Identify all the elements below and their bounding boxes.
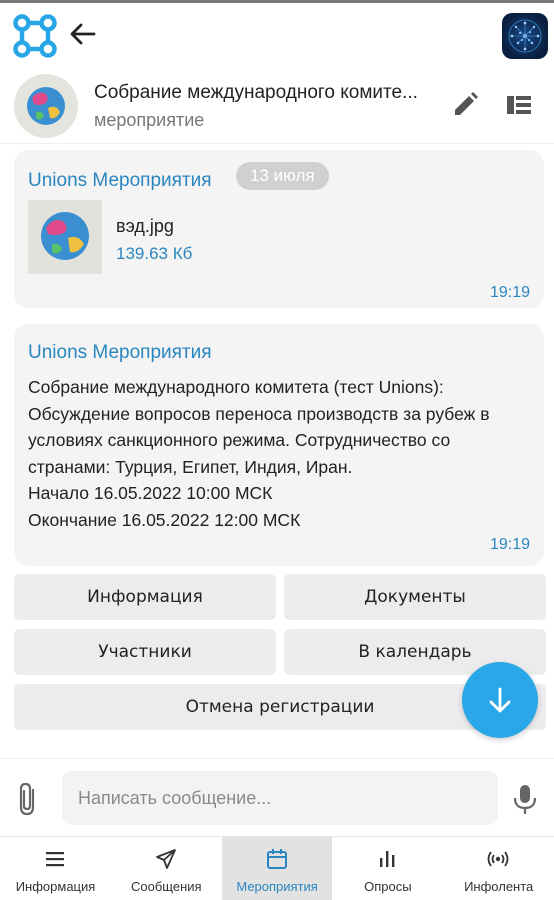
nav-item-events[interactable]: Мероприятия <box>221 837 333 900</box>
attach-paperclip-icon[interactable] <box>14 781 42 817</box>
message-input[interactable] <box>62 771 498 825</box>
message-composer <box>0 758 554 836</box>
message-line: условиях санкционного режима. Сотрудниче… <box>28 430 451 450</box>
message-sender: Unions Мероприятия <box>28 342 212 363</box>
bottom-navigation: Информация Сообщения Мероприятия Опросы … <box>0 836 554 900</box>
nav-item-polls[interactable]: Опросы <box>332 837 443 900</box>
menu-icon <box>46 852 64 867</box>
message-line: Обсуждение вопросов переноса производств… <box>28 403 490 424</box>
send-icon <box>155 849 176 869</box>
view-list-icon[interactable] <box>504 90 534 120</box>
file-thumbnail[interactable] <box>28 200 102 274</box>
message-bubble-file[interactable]: Unions Мероприятия 13 июля вэд.jpg 139.6… <box>14 150 544 308</box>
broadcast-icon <box>487 851 509 867</box>
chat-subtitle: мероприятие <box>94 110 205 130</box>
date-badge: 13 июля <box>236 162 329 190</box>
chat-messages-area[interactable]: Unions Мероприятия 13 июля вэд.jpg 139.6… <box>0 144 554 758</box>
nav-label: Мероприятия <box>236 879 318 894</box>
message-time: 19:19 <box>489 536 530 553</box>
message-text: Собрание международного комитета (тест U… <box>28 374 538 533</box>
message-line: Окончание 16.05.2022 12:00 МСК <box>28 509 301 530</box>
documents-button[interactable]: Документы <box>284 574 546 620</box>
message-line: Начало 16.05.2022 10:00 МСК <box>28 483 273 503</box>
scroll-down-button[interactable] <box>462 662 538 738</box>
bar-chart-icon <box>380 851 395 867</box>
message-line: странами: Турция, Египет, Индия, Иран. <box>28 456 353 477</box>
file-name[interactable]: вэд.jpg <box>116 216 174 237</box>
network-globe-avatar[interactable] <box>502 13 548 59</box>
message-time: 19:19 <box>489 284 530 301</box>
microphone-icon[interactable] <box>510 783 540 815</box>
chat-header[interactable]: Собрание международного комите... меропр… <box>0 68 554 144</box>
info-button[interactable]: Информация <box>14 574 276 620</box>
chat-avatar[interactable] <box>14 74 78 138</box>
nav-item-newsfeed[interactable]: Инфолента <box>443 837 554 900</box>
message-sender: Unions Мероприятия <box>28 170 212 191</box>
calendar-icon <box>266 849 287 869</box>
arrow-down-icon <box>489 687 511 713</box>
back-arrow-icon[interactable] <box>66 17 100 51</box>
nav-label: Инфолента <box>464 879 534 894</box>
edit-pencil-icon[interactable] <box>450 90 480 120</box>
file-size: 139.63 Кб <box>116 244 193 263</box>
message-line: Собрание международного комитета (тест U… <box>28 377 444 397</box>
chat-title: Собрание международного комите... <box>94 82 418 103</box>
nav-label: Опросы <box>364 879 412 894</box>
participants-button[interactable]: Участники <box>14 629 276 675</box>
nav-item-information[interactable]: Информация <box>0 837 111 900</box>
nav-item-messages[interactable]: Сообщения <box>111 837 222 900</box>
nav-label: Информация <box>15 879 96 894</box>
top-app-bar <box>0 0 554 68</box>
message-bubble-text[interactable]: Unions Мероприятия Собрание международно… <box>14 324 544 566</box>
nav-label: Сообщения <box>131 879 202 894</box>
unions-logo-icon[interactable] <box>12 13 58 59</box>
